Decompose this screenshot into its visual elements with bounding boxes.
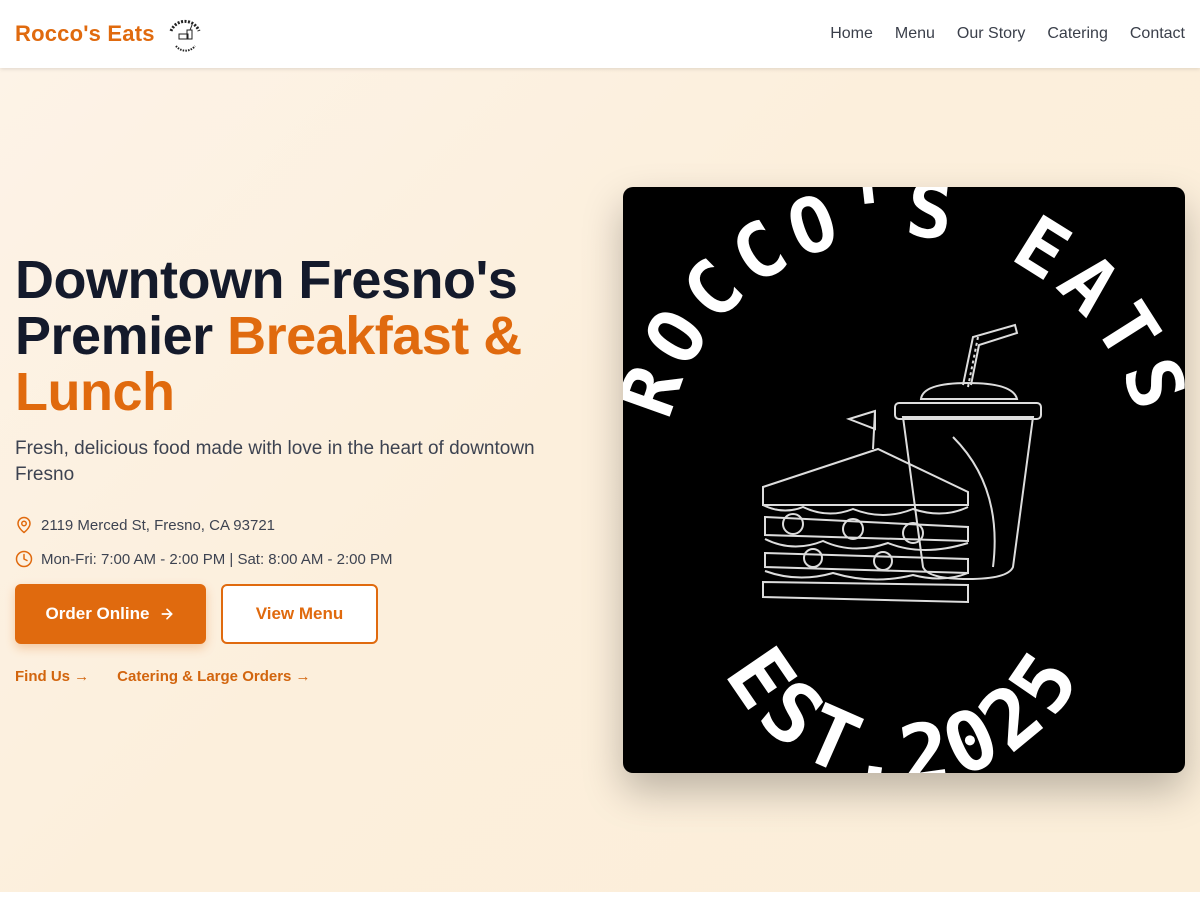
find-us-link[interactable]: Find Us → — [15, 668, 89, 685]
sandwich-illustration — [762, 409, 969, 604]
order-online-label: Order Online — [45, 604, 150, 623]
view-menu-label: View Menu — [255, 604, 344, 623]
nav-link-contact[interactable]: Contact — [1130, 25, 1185, 43]
top-navigation: Rocco's Eats Home Menu Our Story Caterin… — [0, 0, 1200, 68]
nav-link-our-story[interactable]: Our Story — [957, 25, 1025, 43]
secondary-links: Find Us → Catering & Large Orders → — [15, 668, 595, 685]
headline-line2-plain: Premier — [15, 306, 228, 366]
nav-links: Home Menu Our Story Catering Contact — [830, 25, 1185, 43]
headline-line1: Downtown Fresno's — [15, 250, 518, 310]
nav-link-home[interactable]: Home — [830, 25, 873, 43]
location-info: 2119 Merced St, Fresno, CA 93721 Mon-Fri… — [15, 508, 595, 576]
clock-icon — [15, 550, 33, 568]
svg-text:ROCCO'S EATS: ROCCO'S EATS — [623, 187, 1185, 427]
nav-link-catering[interactable]: Catering — [1047, 25, 1107, 43]
cta-buttons: Order Online View Menu — [15, 584, 595, 644]
catering-orders-link[interactable]: Catering & Large Orders → — [117, 668, 310, 685]
view-menu-button[interactable]: View Menu — [221, 584, 378, 644]
hero-section: Downtown Fresno's Premier Breakfast & Lu… — [0, 68, 1200, 892]
address-row: 2119 Merced St, Fresno, CA 93721 — [15, 508, 595, 542]
address-text: 2119 Merced St, Fresno, CA 93721 — [41, 516, 276, 534]
brand-name[interactable]: Rocco's Eats — [15, 21, 155, 47]
hero-headline: Downtown Fresno's Premier Breakfast & Lu… — [15, 252, 595, 420]
headline-line2-accent: Breakfast & — [227, 306, 522, 366]
nav-link-menu[interactable]: Menu — [895, 25, 935, 43]
hours-row: Mon-Fri: 7:00 AM - 2:00 PM | Sat: 8:00 A… — [15, 542, 595, 576]
roccos-eats-badge-image: ROCCO'S EATS EST.2025 — [623, 187, 1185, 773]
headline-line3-accent: Lunch — [15, 362, 175, 422]
hero-logo-image: ROCCO'S EATS EST.2025 — [623, 187, 1185, 773]
hero-content: Downtown Fresno's Premier Breakfast & Lu… — [15, 252, 595, 685]
page-bottom-strip — [0, 892, 1200, 900]
hours-text: Mon-Fri: 7:00 AM - 2:00 PM | Sat: 8:00 A… — [41, 550, 393, 568]
brand[interactable]: Rocco's Eats — [15, 14, 205, 54]
svg-text:EST.2025: EST.2025 — [707, 631, 1101, 773]
arrow-right-icon — [161, 608, 173, 620]
hero-subtitle: Fresh, delicious food made with love in … — [15, 438, 535, 485]
badge-lettering: ROCCO'S EATS EST.2025 — [623, 187, 1185, 773]
roccos-eats-logo-icon — [165, 15, 204, 53]
order-online-button[interactable]: Order Online — [15, 584, 206, 644]
map-pin-icon — [17, 516, 31, 534]
